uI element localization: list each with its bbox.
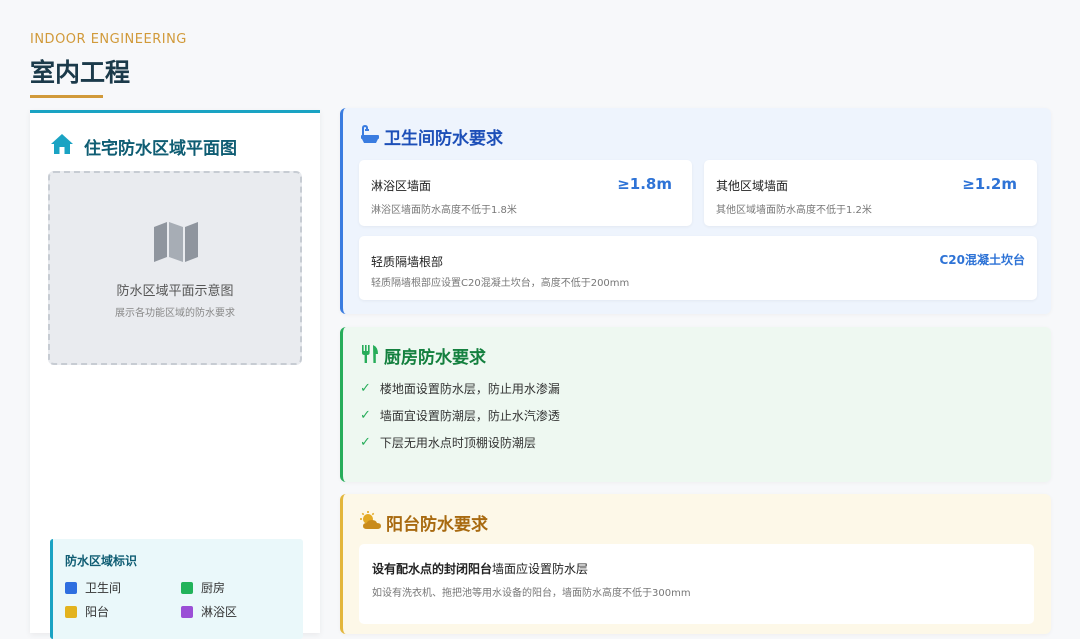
home-icon — [50, 133, 74, 159]
legend-swatch — [65, 605, 77, 618]
bathroom-section-title: 卫生间防水要求 — [360, 124, 503, 149]
card-name: 其他区域墙面 — [716, 179, 789, 193]
floor-plan-placeholder: 防水区域平面示意图 展示各功能区域的防水要求 — [48, 171, 302, 365]
map-icon — [153, 221, 199, 267]
card-description: 其他区域墙面防水高度不低于1.2米 — [716, 205, 872, 216]
legend-label: 阳台 — [85, 605, 110, 619]
legend-label: 卫生间 — [85, 581, 122, 595]
requirement-card-partition-base: 轻质隔墙根部 C20混凝土坎台 轻质隔墙根部应设置C20混凝土坎台，高度不低于2… — [359, 236, 1037, 300]
balcony-requirement: 设有配水点的封闭阳台墙面应设置防水层 — [372, 560, 588, 577]
kitchen-section: 厨房防水要求 ✓ 楼地面设置防水层，防止用水渗漏 ✓ 墙面宜设置防潮层，防止水汽… — [340, 327, 1051, 482]
kitchen-requirement-item: ✓ 下层无用水点时顶棚设防潮层 — [360, 434, 536, 451]
card-value: ≥1.8m — [617, 175, 672, 193]
legend-title: 防水区域标识 — [65, 554, 138, 568]
balcony-requirement-card: 设有配水点的封闭阳台墙面应设置防水层 如设有洗衣机、拖把池等用水设备的阳台，墙面… — [359, 544, 1034, 624]
page-header: INDOOR ENGINEERING 室内工程 — [30, 32, 187, 98]
check-icon: ✓ — [360, 408, 371, 423]
balcony-title-text: 阳台防水要求 — [386, 515, 488, 535]
bathtub-icon — [360, 124, 380, 149]
requirement-card-other-wall: 其他区域墙面 ≥1.2m 其他区域墙面防水高度不低于1.2米 — [704, 160, 1037, 226]
kitchen-requirement-item: ✓ 墙面宜设置防潮层，防止水汽渗透 — [360, 407, 560, 424]
map-subcaption: 展示各功能区域的防水要求 — [115, 308, 235, 319]
legend-swatch — [181, 581, 193, 594]
kitchen-title-text: 厨房防水要求 — [384, 348, 486, 368]
kitchen-requirement-text: 下层无用水点时顶棚设防潮层 — [379, 436, 536, 450]
balcony-requirement-note: 如设有洗衣机、拖把池等用水设备的阳台，墙面防水高度不低于300mm — [372, 588, 691, 599]
legend-swatch — [181, 605, 193, 618]
page-title: 室内工程 — [30, 58, 131, 87]
card-name: 淋浴区墙面 — [371, 179, 432, 193]
card-name: 轻质隔墙根部 — [371, 255, 444, 269]
card-value: C20混凝土坎台 — [939, 253, 1025, 267]
sun-cloud-icon — [360, 510, 382, 535]
kitchen-requirement-item: ✓ 楼地面设置防水层，防止用水渗漏 — [360, 380, 560, 397]
zone-legend: 防水区域标识 卫生间 厨房 阳台 淋浴区 — [50, 539, 303, 639]
legend-item-shower: 淋浴区 — [181, 603, 237, 620]
balcony-requirement-rest: 墙面应设置防水层 — [492, 562, 589, 576]
floor-plan-panel: 住宅防水区域平面图 防水区域平面示意图 展示各功能区域的防水要求 防水区域标识 … — [30, 110, 320, 639]
card-value: ≥1.2m — [962, 175, 1017, 193]
title-underline — [30, 95, 103, 98]
page-eyebrow: INDOOR ENGINEERING — [30, 32, 187, 47]
map-caption: 防水区域平面示意图 — [116, 284, 234, 299]
legend-item-bathroom: 卫生间 — [65, 579, 121, 596]
legend-label: 淋浴区 — [201, 605, 238, 619]
floor-plan-title-text: 住宅防水区域平面图 — [84, 138, 237, 159]
utensils-icon — [360, 344, 380, 368]
balcony-requirement-emphasis: 设有配水点的封闭阳台 — [372, 562, 493, 576]
kitchen-requirement-text: 墙面宜设置防潮层，防止水汽渗透 — [379, 409, 560, 423]
requirement-card-shower-wall: 淋浴区墙面 ≥1.8m 淋浴区墙面防水高度不低于1.8米 — [359, 160, 692, 226]
kitchen-requirement-text: 楼地面设置防水层，防止用水渗漏 — [379, 382, 560, 396]
legend-item-kitchen: 厨房 — [181, 579, 225, 596]
card-description: 轻质隔墙根部应设置C20混凝土坎台，高度不低于200mm — [371, 278, 630, 289]
legend-item-balcony: 阳台 — [65, 603, 109, 620]
check-icon: ✓ — [360, 435, 371, 450]
balcony-section-title: 阳台防水要求 — [360, 510, 488, 535]
card-description: 淋浴区墙面防水高度不低于1.8米 — [371, 205, 517, 216]
bathroom-section: 卫生间防水要求 淋浴区墙面 ≥1.8m 淋浴区墙面防水高度不低于1.8米 其他区… — [340, 108, 1051, 314]
check-icon: ✓ — [360, 381, 371, 396]
bathroom-title-text: 卫生间防水要求 — [384, 129, 503, 149]
legend-swatch — [65, 581, 77, 594]
legend-label: 厨房 — [201, 581, 226, 595]
floor-plan-title: 住宅防水区域平面图 — [50, 133, 237, 159]
kitchen-section-title: 厨房防水要求 — [360, 343, 486, 368]
balcony-section: 阳台防水要求 设有配水点的封闭阳台墙面应设置防水层 如设有洗衣机、拖把池等用水设… — [340, 494, 1051, 634]
